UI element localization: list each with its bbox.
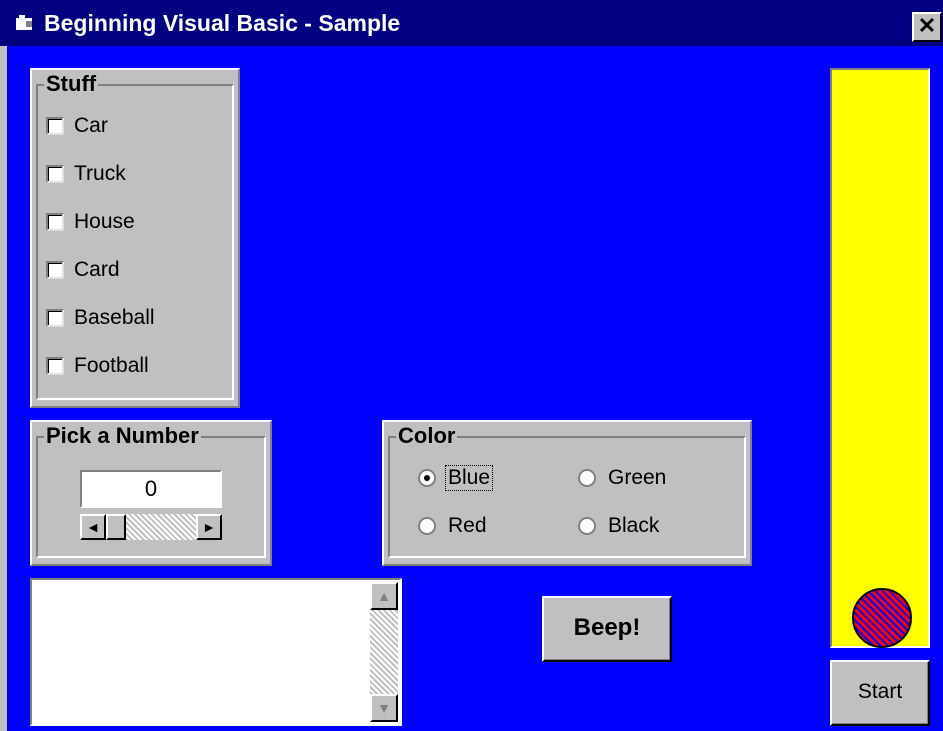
checkbox-truck[interactable]: Truck — [46, 160, 126, 188]
textbox-scrollbar[interactable]: ▲ ▼ — [370, 582, 398, 722]
beep-button[interactable]: Beep! — [542, 596, 672, 662]
color-frame: Color Blue Green Red Black — [382, 420, 752, 566]
checkbox-football[interactable]: Football — [46, 352, 149, 380]
checkbox-box[interactable] — [46, 165, 64, 183]
checkbox-box[interactable] — [46, 309, 64, 327]
window-title: Beginning Visual Basic - Sample — [44, 10, 401, 36]
close-icon: ✕ — [917, 13, 937, 38]
checkbox-label: Truck — [74, 162, 126, 185]
radio-label: Blue — [444, 465, 494, 491]
radio-circle[interactable] — [578, 469, 596, 487]
scroll-up-button[interactable]: ▲ — [370, 582, 398, 610]
pick-number-legend: Pick a Number — [44, 423, 201, 448]
color-legend: Color — [396, 423, 458, 448]
number-display[interactable]: 0 — [80, 470, 222, 508]
scroll-left-button[interactable]: ◄ — [80, 514, 106, 540]
title-bar[interactable]: Beginning Visual Basic - Sample ✕ — [0, 0, 943, 46]
number-scrollbar[interactable]: ◄ ► — [80, 514, 222, 540]
radio-circle[interactable] — [418, 469, 436, 487]
checkbox-box[interactable] — [46, 261, 64, 279]
checkbox-label: House — [74, 210, 135, 233]
radio-selected-dot — [424, 475, 430, 481]
checkbox-house[interactable]: House — [46, 208, 135, 236]
beep-label: Beep! — [573, 614, 641, 641]
close-button[interactable]: ✕ — [912, 12, 942, 42]
arrow-down-icon: ▼ — [377, 700, 391, 716]
checkbox-label: Football — [74, 354, 149, 377]
scroll-right-button[interactable]: ► — [196, 514, 222, 540]
radio-label: Black — [608, 514, 660, 537]
app-window: Beginning Visual Basic - Sample ✕ Stuff … — [0, 0, 943, 731]
checkbox-label: Card — [74, 258, 120, 281]
scroll-down-button[interactable]: ▼ — [370, 694, 398, 722]
checkbox-box[interactable] — [46, 357, 64, 375]
radio-green[interactable]: Green — [578, 464, 668, 492]
checkbox-label: Car — [74, 114, 108, 137]
scroll-thumb[interactable] — [106, 514, 126, 540]
start-button[interactable]: Start — [830, 660, 930, 726]
checkbox-box[interactable] — [46, 213, 64, 231]
animation-picture[interactable] — [830, 68, 930, 648]
checkbox-label: Baseball — [74, 306, 155, 329]
arrow-left-icon: ◄ — [86, 519, 100, 535]
pick-number-frame: Pick a Number 0 ◄ ► — [30, 420, 272, 566]
stuff-legend: Stuff — [44, 71, 99, 96]
start-label: Start — [857, 680, 903, 703]
ball-shape — [852, 588, 912, 648]
checkbox-card[interactable]: Card — [46, 256, 120, 284]
output-textbox[interactable]: ▲ ▼ — [30, 578, 402, 726]
radio-black[interactable]: Black — [578, 512, 661, 540]
radio-blue[interactable]: Blue — [418, 464, 494, 492]
radio-circle[interactable] — [418, 517, 436, 535]
checkbox-baseball[interactable]: Baseball — [46, 304, 155, 332]
radio-label: Red — [448, 514, 487, 537]
arrow-right-icon: ► — [202, 519, 216, 535]
checkbox-car[interactable]: Car — [46, 112, 108, 140]
window-border — [0, 46, 7, 731]
checkbox-box[interactable] — [46, 117, 64, 135]
radio-red[interactable]: Red — [418, 512, 489, 540]
arrow-up-icon: ▲ — [377, 588, 391, 604]
stuff-frame: Stuff Car Truck House Card Baseball Foot… — [30, 68, 240, 408]
app-icon — [16, 15, 32, 30]
radio-circle[interactable] — [578, 517, 596, 535]
radio-label: Green — [608, 466, 667, 489]
